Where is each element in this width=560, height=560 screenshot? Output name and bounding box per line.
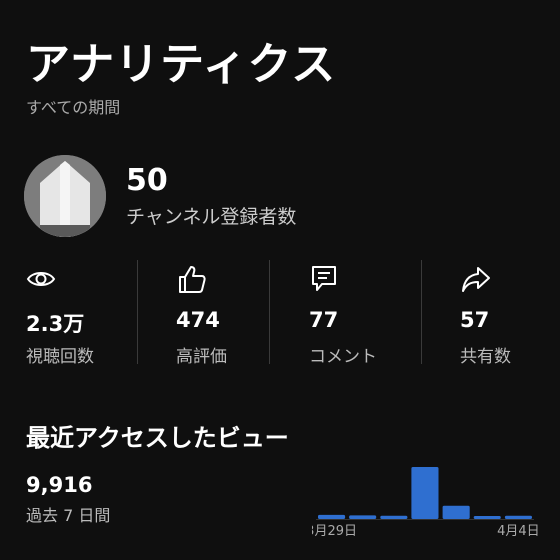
thumbs-up-icon: [176, 264, 208, 298]
share-icon: [460, 264, 492, 298]
chart-bar: [504, 515, 532, 519]
stat-value: 474: [176, 308, 220, 332]
stat-value: 57: [460, 308, 490, 332]
chart-bar: [411, 467, 439, 519]
chart-bar: [349, 515, 377, 519]
recent-views-period: 過去 7 日間: [26, 506, 111, 525]
stats-row: 2.3万 視聴回数 474 高評価 77 コメント 57 共有数: [0, 258, 560, 368]
comment-icon: [309, 264, 339, 298]
divider: [421, 260, 422, 364]
recent-views-title: 最近アクセスしたビュー: [26, 424, 289, 452]
chart-bar: [442, 505, 470, 519]
page-title: アナリティクス: [26, 39, 337, 90]
chart-bar: [380, 515, 408, 519]
recent-views-chart[interactable]: 3月29日 4月4日: [312, 460, 538, 560]
recent-views-value[interactable]: 9,916: [26, 473, 92, 497]
stat-label: 共有数: [460, 347, 511, 367]
eye-icon: [26, 264, 56, 298]
stat-value: 77: [309, 308, 339, 332]
channel-summary[interactable]: 50 チャンネル登録者数: [24, 155, 296, 237]
chart-tick-label: 3月29日: [312, 524, 357, 539]
subscriber-label: チャンネル登録者数: [126, 205, 297, 228]
subscriber-count: 50: [126, 162, 168, 198]
stat-value: 2.3万: [26, 312, 85, 336]
chart-bar: [473, 516, 501, 519]
divider: [137, 260, 138, 364]
stat-label: 高評価: [176, 347, 227, 367]
stat-label: 視聴回数: [26, 347, 94, 367]
avatar: [24, 155, 106, 237]
period-subtitle[interactable]: すべての期間: [26, 94, 120, 118]
stat-label: コメント: [309, 347, 377, 367]
divider: [269, 260, 270, 364]
chart-tick-label: 4月4日: [497, 524, 538, 539]
chart-bar: [318, 514, 346, 519]
